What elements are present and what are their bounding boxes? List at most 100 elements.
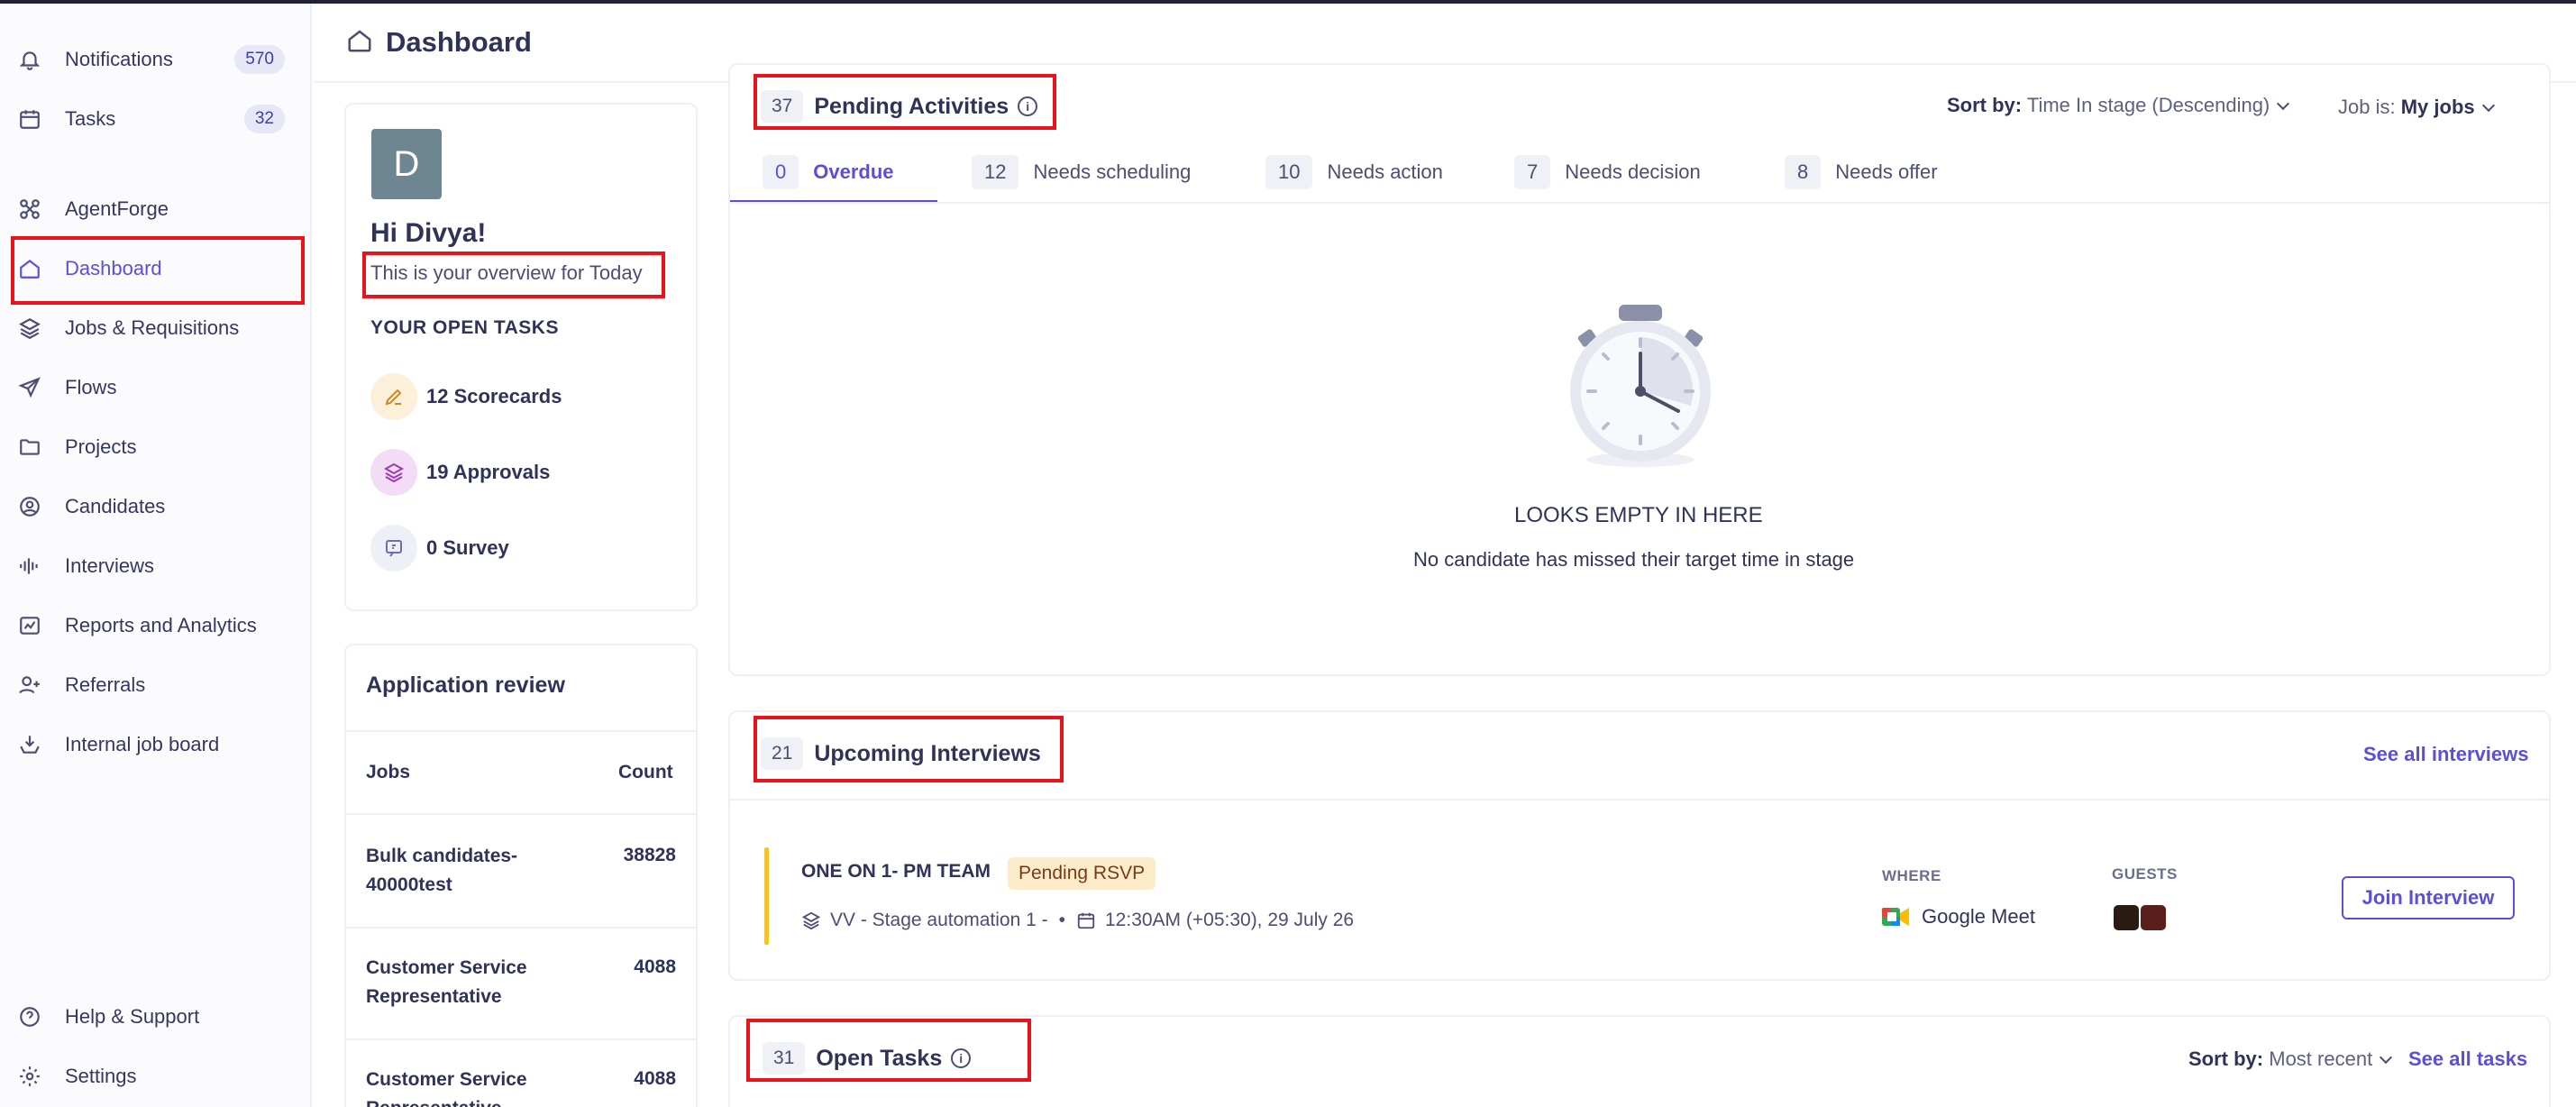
guest-avatar[interactable] bbox=[2114, 905, 2139, 930]
sidebar-item-reports[interactable]: Reports and Analytics bbox=[13, 602, 297, 649]
sidebar-item-label: Flows bbox=[65, 376, 117, 398]
tab-needs-decision[interactable]: 7 Needs decision bbox=[1514, 155, 1701, 189]
table-row-job[interactable]: Customer Service Representative bbox=[366, 954, 546, 1011]
interview-time: 12:30AM (+05:30), 29 July 26 bbox=[1105, 910, 1355, 930]
task-scorecards[interactable]: 12 Scorecards bbox=[370, 371, 562, 422]
empty-state-title: LOOKS EMPTY IN HERE bbox=[1514, 503, 1763, 527]
jobs-column-header: Jobs bbox=[366, 762, 411, 782]
sidebar-item-referrals[interactable]: Referrals bbox=[13, 662, 297, 709]
home-icon bbox=[346, 27, 373, 59]
tab-needs-action[interactable]: 10 Needs action bbox=[1265, 155, 1443, 189]
sidebar-item-label: Tasks bbox=[65, 107, 116, 130]
inbox-download-icon bbox=[16, 731, 43, 758]
sidebar-item-candidates[interactable]: Candidates bbox=[13, 483, 297, 530]
table-row-count: 38828 bbox=[623, 845, 676, 865]
table-row-count: 4088 bbox=[634, 956, 676, 977]
tab-label: Needs offer bbox=[1835, 160, 1938, 183]
where-value: Google Meet bbox=[1922, 905, 2035, 928]
task-label: 19 Approvals bbox=[426, 461, 551, 483]
sidebar-item-flows[interactable]: Flows bbox=[13, 364, 297, 411]
job-filter-dropdown[interactable]: Job is: My jobs bbox=[2338, 96, 2495, 119]
overview-text: This is your overview for Today bbox=[370, 261, 643, 284]
task-label: 12 Scorecards bbox=[426, 385, 562, 407]
meta-separator: • bbox=[1058, 910, 1065, 930]
notifications-count-badge: 570 bbox=[234, 45, 285, 74]
see-all-tasks-link[interactable]: See all tasks bbox=[2408, 1048, 2527, 1071]
divider bbox=[346, 813, 696, 815]
count-badge: 21 bbox=[761, 737, 804, 770]
sidebar-item-label: AgentForge bbox=[65, 197, 169, 220]
sidebar-item-label: Candidates bbox=[65, 495, 166, 517]
chart-icon bbox=[16, 612, 43, 639]
task-survey[interactable]: 0 Survey bbox=[370, 523, 509, 573]
divider bbox=[346, 1038, 696, 1040]
pending-activities-title: 37 Pending Activities i bbox=[761, 90, 1038, 123]
sidebar-item-internal-job-board[interactable]: Internal job board bbox=[13, 721, 297, 768]
chevron-down-icon bbox=[2380, 1050, 2393, 1065]
sidebar-item-interviews[interactable]: Interviews bbox=[13, 543, 297, 590]
calendar-icon bbox=[1077, 912, 1095, 929]
info-icon[interactable]: i bbox=[1018, 96, 1038, 116]
info-icon[interactable]: i bbox=[951, 1048, 972, 1068]
sidebar-item-jobs-requisitions[interactable]: Jobs & Requisitions bbox=[13, 305, 297, 352]
divider bbox=[730, 799, 2549, 801]
layers-icon bbox=[16, 315, 43, 342]
table-row-job[interactable]: Bulk candidates-40000test bbox=[366, 842, 546, 900]
survey-icon bbox=[370, 525, 417, 572]
bell-icon bbox=[16, 46, 43, 73]
sidebar-item-settings[interactable]: Settings bbox=[13, 1053, 297, 1100]
tab-count: 12 bbox=[972, 155, 1019, 189]
user-circle-icon bbox=[16, 493, 43, 520]
table-row-job[interactable]: Customer Service Representative bbox=[366, 1066, 546, 1107]
sidebar-item-projects[interactable]: Projects bbox=[13, 424, 297, 471]
guest-avatar[interactable] bbox=[2141, 905, 2166, 930]
sidebar-item-dashboard[interactable]: Dashboard bbox=[13, 245, 297, 292]
sidebar-item-label: Internal job board bbox=[65, 733, 220, 755]
count-badge: 37 bbox=[761, 90, 804, 123]
sidebar-item-label: Notifications bbox=[65, 48, 173, 70]
sidebar-item-agentforge[interactable]: AgentForge bbox=[13, 186, 297, 233]
empty-state-subtitle: No candidate has missed their target tim… bbox=[1413, 548, 1855, 571]
status-badge: Pending RSVP bbox=[1008, 857, 1156, 890]
table-row-count: 4088 bbox=[634, 1068, 676, 1089]
sort-dropdown[interactable]: Sort by: Time In stage (Descending) bbox=[1947, 94, 2290, 117]
chevron-down-icon bbox=[2481, 98, 2495, 113]
pencil-icon bbox=[370, 373, 417, 420]
sidebar-item-help-support[interactable]: Help & Support bbox=[13, 993, 297, 1040]
tab-label: Overdue bbox=[813, 160, 894, 183]
sidebar-item-label: Projects bbox=[65, 435, 137, 458]
see-all-interviews-link[interactable]: See all interviews bbox=[2363, 743, 2528, 766]
sidebar-item-label: Reports and Analytics bbox=[65, 614, 257, 636]
stopwatch-icon bbox=[1570, 305, 1711, 467]
tab-label: Needs scheduling bbox=[1033, 160, 1192, 183]
interview-title[interactable]: ONE ON 1- PM TEAM bbox=[801, 861, 991, 883]
task-approvals[interactable]: 19 Approvals bbox=[370, 447, 550, 498]
tab-count: 7 bbox=[1514, 155, 1551, 189]
sidebar-item-notifications[interactable]: Notifications 570 bbox=[13, 36, 297, 83]
home-icon bbox=[16, 255, 43, 282]
application-review-title: Application review bbox=[366, 672, 565, 698]
tab-label: Needs decision bbox=[1565, 160, 1701, 183]
divider bbox=[346, 927, 696, 929]
guests-label: GUESTS bbox=[2112, 865, 2178, 883]
open-tasks-sort-dropdown[interactable]: Sort by: Most recent bbox=[2188, 1048, 2393, 1071]
user-plus-icon bbox=[16, 672, 43, 699]
sidebar-item-tasks[interactable]: Tasks 32 bbox=[13, 96, 297, 142]
sidebar-item-label: Referrals bbox=[65, 673, 146, 696]
where-label: WHERE bbox=[1882, 867, 1941, 884]
tab-needs-scheduling[interactable]: 12 Needs scheduling bbox=[972, 155, 1191, 189]
tab-overdue[interactable]: 0 Overdue bbox=[763, 155, 894, 189]
layers-icon bbox=[370, 449, 417, 496]
job-filter-label: Job is: bbox=[2338, 96, 2396, 118]
sort-value: Time In stage (Descending) bbox=[2026, 94, 2270, 116]
tab-needs-offer[interactable]: 8 Needs offer bbox=[1785, 155, 1938, 189]
join-interview-button[interactable]: Join Interview bbox=[2342, 876, 2515, 919]
open-tasks-title: 31 Open Tasks i bbox=[763, 1042, 972, 1075]
avatar: D bbox=[371, 129, 442, 199]
sidebar-item-label: Dashboard bbox=[65, 257, 162, 279]
calendar-icon bbox=[16, 105, 43, 133]
sort-value: Most recent bbox=[2269, 1048, 2373, 1070]
panel-title-text: Open Tasks bbox=[816, 1045, 943, 1071]
tab-label: Needs action bbox=[1327, 160, 1443, 183]
divider bbox=[346, 730, 696, 732]
